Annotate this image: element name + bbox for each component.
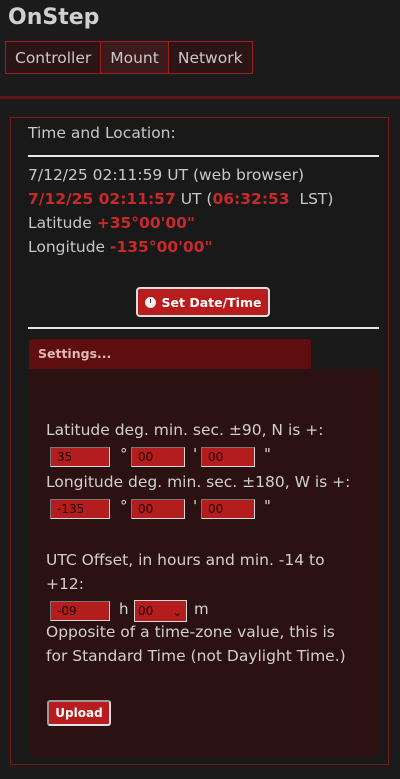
set-date-time-label: Set Date/Time bbox=[161, 294, 262, 310]
latitude-deg-input[interactable]: 35 bbox=[50, 447, 110, 467]
lst-value: 06:32:53 bbox=[212, 190, 290, 208]
utc-minutes-value: 00 bbox=[138, 604, 154, 618]
settings-body: Latitude deg. min. sec. ±90, N is +: 35 … bbox=[29, 369, 380, 757]
mount-date-time: 7/12/25 02:11:57 bbox=[28, 190, 176, 208]
latitude-label: Latitude bbox=[28, 214, 92, 232]
upload-button[interactable]: Upload bbox=[47, 700, 111, 726]
min-symbol: ' bbox=[193, 445, 198, 463]
app-title: OnStep bbox=[8, 5, 100, 30]
nav-controller-button[interactable]: Controller bbox=[5, 41, 102, 74]
longitude-deg-input[interactable]: -135 bbox=[50, 499, 110, 519]
browser-time: 7/12/25 02:11:59 UT (web browser) bbox=[28, 166, 305, 184]
latitude-min-input[interactable]: 00 bbox=[131, 447, 185, 467]
settings-header[interactable]: Settings... bbox=[29, 339, 311, 369]
divider bbox=[28, 327, 379, 329]
chevron-down-icon: ⌄ bbox=[172, 606, 182, 619]
longitude-label: Longitude bbox=[28, 238, 106, 256]
utc-hours-input[interactable]: -09 bbox=[50, 601, 110, 621]
latitude-settings-label: Latitude deg. min. sec. ±90, N is +: bbox=[46, 421, 324, 439]
longitude-settings-label: Longitude deg. min. sec. ±180, W is +: bbox=[46, 473, 351, 491]
sec-symbol: " bbox=[264, 497, 271, 515]
section-title: Time and Location: bbox=[28, 124, 176, 142]
latitude-value: +35°00'00" bbox=[96, 214, 196, 232]
clock-icon bbox=[144, 296, 156, 308]
set-date-time-button[interactable]: Set Date/Time bbox=[136, 287, 270, 317]
lst-label: LST) bbox=[299, 190, 334, 208]
hours-unit: h bbox=[119, 600, 129, 618]
utc-offset-label: UTC Offset, in hours and min. -14 to bbox=[46, 551, 325, 569]
longitude-sec-input[interactable]: 00 bbox=[201, 499, 255, 519]
time-location-panel: Time and Location: 7/12/25 02:11:59 UT (… bbox=[10, 117, 389, 765]
min-symbol: ' bbox=[193, 497, 198, 515]
utc-minutes-select[interactable]: 00 ⌄ bbox=[134, 600, 187, 622]
latitude-sec-input[interactable]: 00 bbox=[201, 447, 255, 467]
longitude-value: -135°00'00" bbox=[110, 238, 213, 256]
deg-symbol: ° bbox=[120, 445, 128, 463]
nav-network-button[interactable]: Network bbox=[167, 41, 253, 74]
ut-label: UT ( bbox=[180, 190, 213, 208]
mount-time-line: 7/12/25 02:11:57 UT (06:32:53 LST) bbox=[28, 190, 333, 208]
utc-note-line2: for Standard Time (not Daylight Time.) bbox=[46, 647, 346, 665]
sec-symbol: " bbox=[264, 445, 271, 463]
nav-divider bbox=[0, 96, 400, 99]
longitude-line: Longitude -135°00'00" bbox=[28, 238, 213, 256]
latitude-line: Latitude +35°00'00" bbox=[28, 214, 195, 232]
utc-offset-label-cont: +12: bbox=[46, 575, 84, 593]
nav-mount-button[interactable]: Mount bbox=[100, 41, 169, 74]
divider bbox=[28, 155, 379, 157]
minutes-unit: m bbox=[194, 600, 209, 618]
utc-note-line1: Opposite of a time-zone value, this is bbox=[46, 623, 335, 641]
deg-symbol: ° bbox=[120, 497, 128, 515]
longitude-min-input[interactable]: 00 bbox=[131, 499, 185, 519]
nav-bar: Controller Mount Network bbox=[5, 41, 253, 74]
